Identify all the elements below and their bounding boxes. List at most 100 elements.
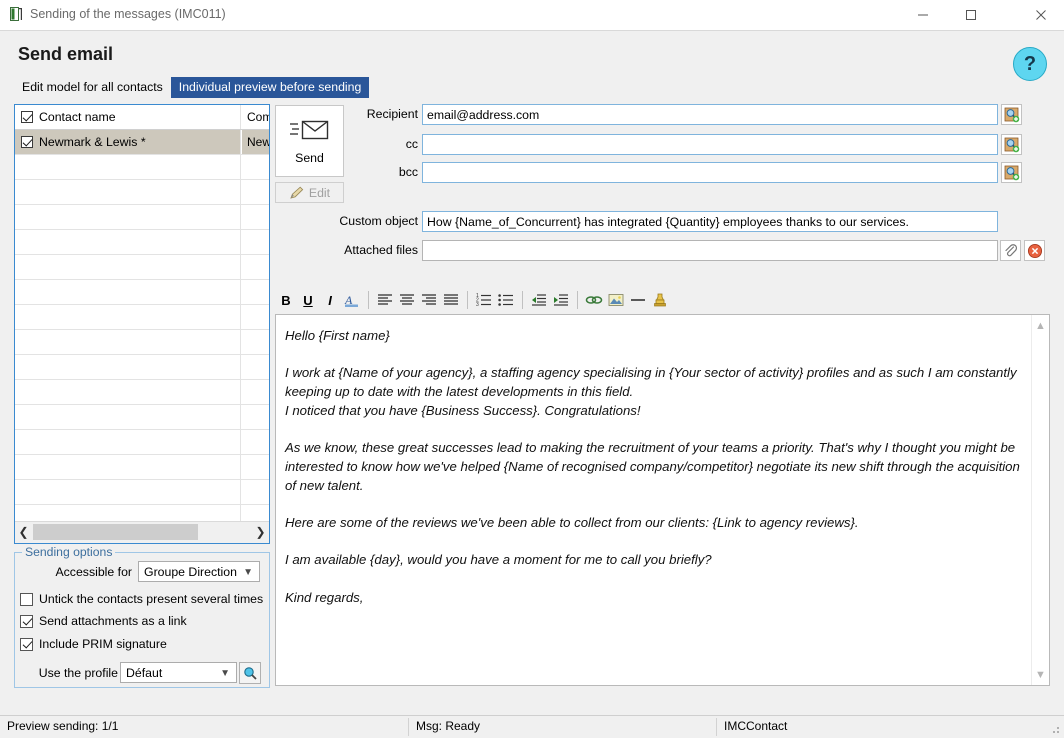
table-row-empty[interactable] [15,205,269,230]
insert-image-icon[interactable] [605,289,627,311]
bcc-picker-button[interactable] [1001,162,1022,183]
attached-files-input[interactable] [422,240,998,261]
editor-vertical-scrollbar[interactable]: ▲ ▼ [1031,315,1049,685]
grid-cell-empty [242,280,269,304]
table-row-empty[interactable] [15,180,269,205]
profile-select[interactable]: Défaut ▼ [120,662,237,683]
align-right-icon[interactable] [418,289,440,311]
title-bar: Sending of the messages (IMC011) [0,0,1064,31]
status-context: IMCContact [724,719,788,733]
table-row-empty[interactable] [15,330,269,355]
bullet-list-icon[interactable] [495,289,517,311]
grid-cell-empty [242,355,269,379]
send-button-label: Send [295,150,324,165]
table-row-empty[interactable] [15,280,269,305]
close-button[interactable] [1018,0,1064,29]
table-row-empty[interactable] [15,405,269,430]
pencil-icon [290,186,304,199]
help-button[interactable]: ? [1013,47,1047,81]
attachments-as-link-checkbox[interactable]: Send attachments as a link [20,614,187,628]
grid-cell-empty [242,405,269,429]
grid-header-row: Contact name Com [15,105,269,130]
align-justify-icon[interactable] [440,289,462,311]
align-center-icon[interactable] [396,289,418,311]
toolbar-separator [577,291,578,309]
checkbox-box [20,637,33,651]
row-checkbox[interactable] [21,136,33,148]
tab-individual-preview[interactable]: Individual preview before sending [170,77,370,98]
scroll-right-icon[interactable]: ❯ [252,522,269,542]
remove-attachment-button[interactable] [1024,240,1045,261]
contact-company: New [242,130,269,154]
table-row-empty[interactable] [15,480,269,505]
table-row-empty[interactable] [15,230,269,255]
cc-picker-button[interactable] [1001,134,1022,155]
grid-horizontal-scrollbar[interactable]: ❮ ❯ [15,521,269,543]
untick-duplicates-label: Untick the contacts present several time… [39,592,264,606]
table-row-empty[interactable] [15,305,269,330]
chevron-down-icon: ▼ [243,567,253,578]
recipient-picker-button[interactable] [1001,104,1022,125]
maximize-button[interactable] [948,0,994,29]
scroll-left-icon[interactable]: ❮ [15,522,32,542]
grid-cell-empty [242,205,269,229]
bcc-input[interactable] [422,162,998,183]
insert-signature-icon[interactable] [649,289,671,311]
recipient-input[interactable] [422,104,998,125]
table-row-empty[interactable] [15,430,269,455]
status-bar: Preview sending: 1/1 Msg: Ready IMCConta… [0,715,1064,738]
contact-picker-icon [1004,107,1019,122]
grid-cell-empty [242,330,269,354]
untick-duplicates-checkbox[interactable]: Untick the contacts present several time… [20,592,263,606]
email-body-text[interactable]: Hello {First name} I work at {Name of yo… [285,327,1021,608]
grid-cell-empty [242,480,269,504]
checkbox-box [20,592,33,606]
scroll-up-icon[interactable]: ▲ [1032,317,1049,334]
italic-icon[interactable]: I [319,289,341,311]
insert-link-icon[interactable] [583,289,605,311]
email-body-area[interactable]: Hello {First name} I work at {Name of yo… [275,314,1050,686]
grid-cell-empty [242,430,269,454]
align-left-icon[interactable] [374,289,396,311]
attachments-as-link-label: Send attachments as a link [39,614,187,628]
resize-grip-icon[interactable] [1049,723,1061,735]
cc-input[interactable] [422,134,998,155]
tab-edit-model[interactable]: Edit model for all contacts [14,77,171,98]
numbered-list-icon[interactable]: 123 [473,289,495,311]
grid-cell-empty [15,155,241,179]
grid-cell-empty [242,305,269,329]
grid-cell-empty [15,305,241,329]
page-title: Send email [18,44,114,64]
attach-file-button[interactable] [1000,240,1021,261]
status-preview: Preview sending: 1/1 [7,719,119,733]
horizontal-rule-icon[interactable] [627,289,649,311]
grid-cell-empty [242,230,269,254]
custom-object-label: Custom object [339,214,418,228]
decrease-indent-icon[interactable] [528,289,550,311]
grid-header-cell-name: Contact name [15,105,241,129]
column-header-company: Com [247,110,269,124]
status-message: Msg: Ready [416,719,481,733]
edit-button[interactable]: Edit [275,182,344,203]
custom-object-input[interactable] [422,211,998,232]
bold-icon[interactable]: B [275,289,297,311]
increase-indent-icon[interactable] [550,289,572,311]
table-row-empty[interactable] [15,380,269,405]
minimize-button[interactable] [900,0,946,29]
table-row-empty[interactable] [15,155,269,180]
table-row-empty[interactable] [15,355,269,380]
table-row-empty[interactable] [15,455,269,480]
font-color-icon[interactable]: A [341,289,363,311]
scroll-down-icon[interactable]: ▼ [1032,666,1049,683]
scrollbar-thumb[interactable] [33,524,198,540]
delete-circle-icon [1027,243,1042,258]
profile-search-button[interactable] [239,662,261,684]
underline-icon[interactable]: U [297,289,319,311]
select-all-checkbox[interactable] [21,111,33,123]
table-row[interactable]: Newmark & Lewis * New [15,130,269,155]
contact-grid-body: Contact name Com Newmark & Lewis * New [15,105,269,521]
prim-signature-checkbox[interactable]: Include PRIM signature [20,637,167,651]
table-row-empty[interactable] [15,255,269,280]
table-row-empty[interactable] [15,505,269,521]
accessible-for-select[interactable]: Groupe Direction ▼ [138,561,260,582]
